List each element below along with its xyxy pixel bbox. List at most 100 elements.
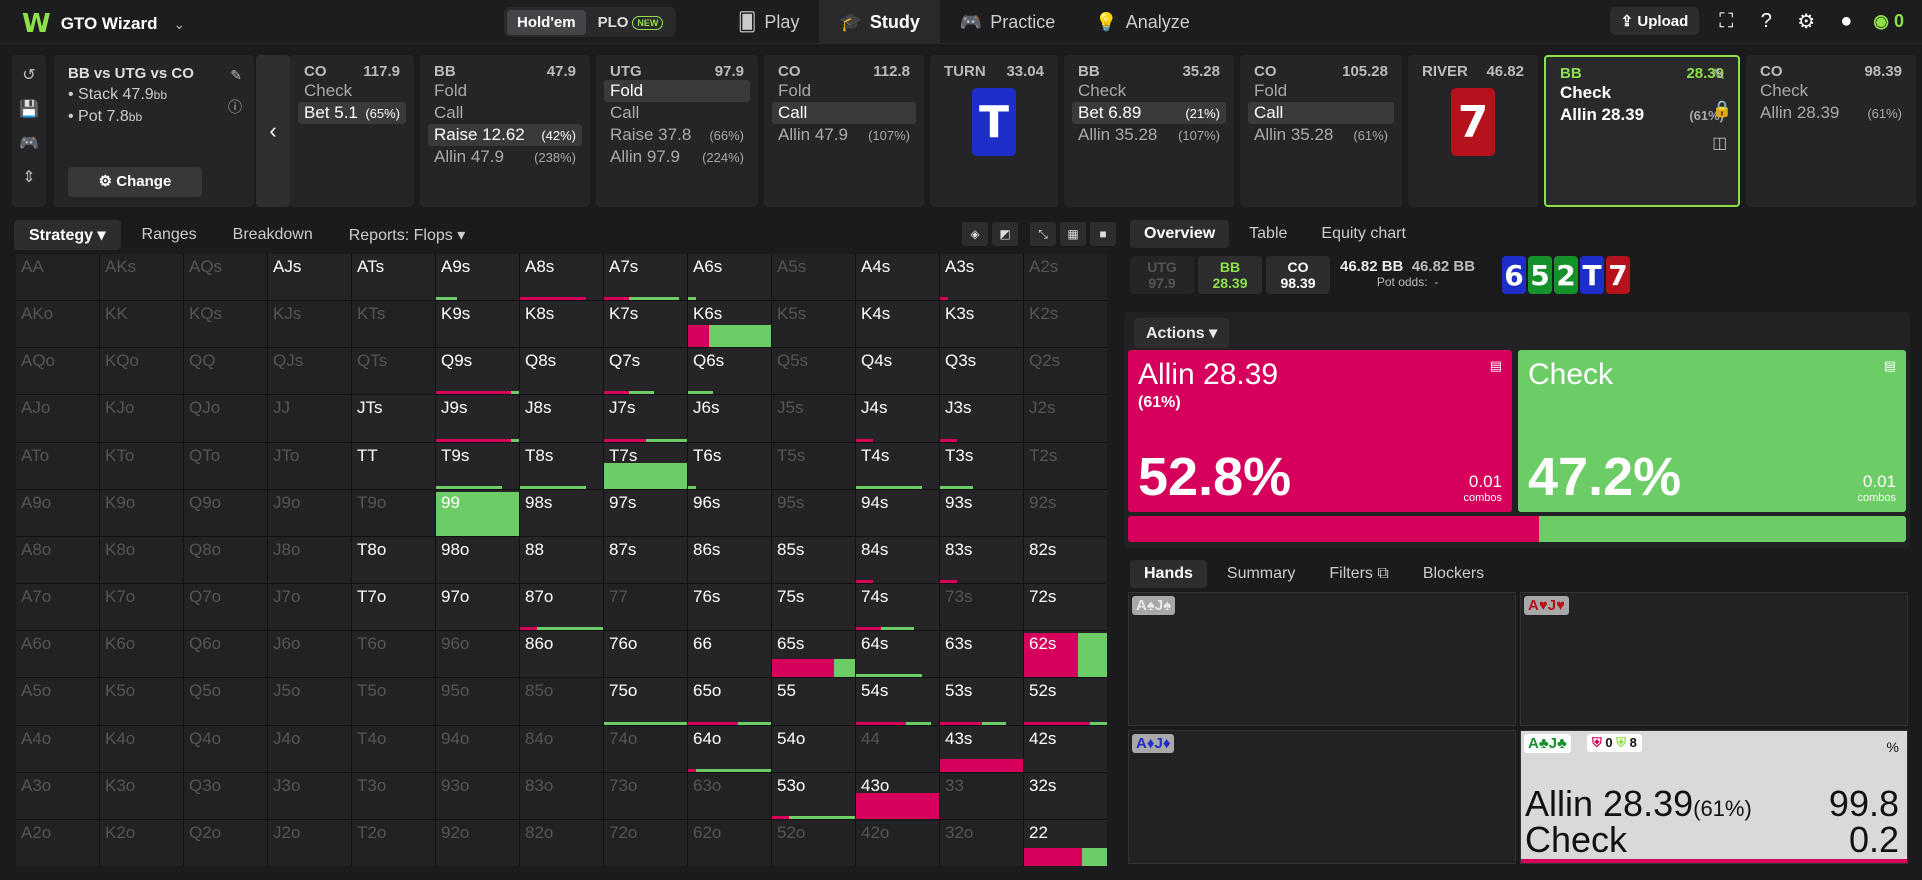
hand-cell-73o[interactable]: 73o — [604, 772, 687, 819]
gear-icon[interactable]: ⚙ — [1793, 8, 1819, 34]
action-card-river[interactable]: RIVER 46.82 7 — [1408, 55, 1538, 207]
nav-play[interactable]: 🂠 Play — [718, 0, 819, 44]
tab-ranges[interactable]: Ranges — [127, 221, 212, 249]
hand-cell-55[interactable]: 55 — [772, 678, 855, 725]
tab-overview[interactable]: Overview — [1130, 220, 1230, 248]
hand-cell-Q6o[interactable]: Q6o — [184, 631, 267, 678]
hand-cell-76o[interactable]: 76o — [604, 631, 687, 678]
hand-cell[interactable]: A♠J♠ — [1128, 592, 1516, 726]
hand-cell-75s[interactable]: 75s — [772, 584, 855, 631]
card-action[interactable]: Call — [604, 102, 750, 124]
hand-cell-J7o[interactable]: J7o — [268, 584, 351, 631]
hand-cell-84o[interactable]: 84o — [520, 725, 603, 772]
hand-cell-T4o[interactable]: T4o — [352, 725, 435, 772]
hand-cell-J6o[interactable]: J6o — [268, 631, 351, 678]
cube-icon[interactable]: ◈ — [962, 222, 988, 246]
hand-cell-A6s[interactable]: A6s — [688, 254, 771, 301]
hand-cell-A7s[interactable]: A7s — [604, 254, 687, 301]
hand-cell-T7o[interactable]: T7o — [352, 584, 435, 631]
nav-analyze[interactable]: 💡 Analyze — [1075, 0, 1209, 44]
hand-cell-52o[interactable]: 52o — [772, 819, 855, 866]
nav-study[interactable]: 🎓 Study — [819, 0, 940, 44]
hand-cell-97s[interactable]: 97s — [604, 489, 687, 536]
hand-cell-J8s[interactable]: J8s — [520, 395, 603, 442]
hand-cell-A9o[interactable]: A9o — [16, 489, 99, 536]
card-action[interactable]: Allin 47.9 (107%) — [772, 124, 916, 146]
hand-cell-82s[interactable]: 82s — [1024, 536, 1107, 584]
holdem-toggle[interactable]: Hold'em — [507, 9, 586, 35]
card-action[interactable]: Call — [1248, 102, 1394, 124]
user-icon[interactable]: ● — [1833, 8, 1859, 34]
pencil-icon[interactable]: ✎ — [1712, 65, 1732, 85]
hand-cell-63o[interactable]: 63o — [688, 772, 771, 819]
hand-cell-T9s[interactable]: T9s — [436, 442, 519, 489]
hand-cell-K4s[interactable]: K4s — [856, 301, 939, 348]
hand-cell-K3s[interactable]: K3s — [940, 301, 1023, 348]
card-action[interactable]: Check — [1554, 82, 1730, 104]
hand-cell-Q7s[interactable]: Q7s — [604, 348, 687, 395]
action-check[interactable]: Check 47.2% 0.01 combos ▤ — [1518, 350, 1906, 512]
hand-cell-32o[interactable]: 32o — [940, 819, 1023, 866]
hand-cell-Q3o[interactable]: Q3o — [184, 772, 267, 819]
hand-cell-J3s[interactable]: J3s — [940, 395, 1023, 442]
percent-toggle[interactable]: % — [1887, 739, 1899, 755]
tab-equity-chart[interactable]: Equity chart — [1307, 220, 1419, 248]
actions-dropdown[interactable]: Actions ▾ — [1134, 318, 1230, 348]
hand-cell-99[interactable]: 99 — [436, 489, 519, 536]
hand-cell-22[interactable]: 22 — [1024, 819, 1107, 866]
note-icon[interactable]: ▤ — [1490, 358, 1502, 374]
card-action[interactable]: Fold — [1248, 80, 1394, 102]
hand-cell-Q2o[interactable]: Q2o — [184, 819, 267, 866]
hand-cell-A4o[interactable]: A4o — [16, 725, 99, 772]
hand-cell-74o[interactable]: 74o — [604, 725, 687, 772]
hand-cell[interactable]: A♥J♥ — [1520, 592, 1908, 726]
hand-cell-QQ[interactable]: QQ — [184, 348, 267, 395]
hand-cell-42s[interactable]: 42s — [1024, 725, 1107, 772]
hand-cell-T2o[interactable]: T2o — [352, 819, 435, 866]
hand-cell-93s[interactable]: 93s — [940, 489, 1023, 536]
hand-cell-KTs[interactable]: KTs — [352, 301, 435, 348]
hand-cell-T8s[interactable]: T8s — [520, 442, 603, 489]
expand-icon[interactable]: ⇕ — [22, 167, 35, 187]
action-allin[interactable]: Allin 28.39 (61%) 52.8% 0.01 combos ▤ — [1128, 350, 1512, 512]
chevron-down-icon[interactable]: ⌄ — [174, 16, 186, 33]
hand-cell-J4s[interactable]: J4s — [856, 395, 939, 442]
action-card-co[interactable]: CO 105.28 Fold Call Allin 35.28 (61%) — [1240, 55, 1402, 207]
hand-cell-T3s[interactable]: T3s — [940, 442, 1023, 489]
hand-cell-96s[interactable]: 96s — [688, 489, 771, 536]
hand-cell-J4o[interactable]: J4o — [268, 725, 351, 772]
hand-cell-TT[interactable]: TT — [352, 442, 435, 489]
compare-icon[interactable]: ◫ — [1712, 133, 1732, 153]
hand-cell-Q3s[interactable]: Q3s — [940, 348, 1023, 395]
hand-cell-T8o[interactable]: T8o — [352, 536, 435, 584]
hand-cell-T7s[interactable]: T7s — [604, 442, 687, 489]
hand-cell-K7o[interactable]: K7o — [100, 584, 183, 631]
hand-cell-K5o[interactable]: K5o — [100, 678, 183, 725]
hand-cell-J7s[interactable]: J7s — [604, 395, 687, 442]
tab-breakdown[interactable]: Breakdown — [218, 221, 328, 249]
hand-cell-T2s[interactable]: T2s — [1024, 442, 1107, 489]
nav-practice[interactable]: 🎮 Practice — [940, 0, 1075, 44]
hand-cell-Q4s[interactable]: Q4s — [856, 348, 939, 395]
hand-cell-98o[interactable]: 98o — [436, 536, 519, 584]
hand-cell-K6s[interactable]: K6s — [688, 301, 771, 348]
hand-cell-KJo[interactable]: KJo — [100, 395, 183, 442]
card-action[interactable]: Allin 97.9 (224%) — [604, 146, 750, 168]
hand-cell-ATo[interactable]: ATo — [16, 442, 99, 489]
tab-blockers[interactable]: Blockers — [1409, 560, 1498, 588]
card-action[interactable]: Fold — [428, 80, 582, 102]
hand-cell-32s[interactable]: 32s — [1024, 772, 1107, 819]
card-action[interactable]: Fold — [604, 80, 750, 102]
hand-cell-J9o[interactable]: J9o — [268, 489, 351, 536]
hand-cell-KQs[interactable]: KQs — [184, 301, 267, 348]
hand-cell-63s[interactable]: 63s — [940, 631, 1023, 678]
gamepad-icon[interactable]: 🎮 — [19, 133, 39, 153]
hand-cell-JTo[interactable]: JTo — [268, 442, 351, 489]
hand-cell-J6s[interactable]: J6s — [688, 395, 771, 442]
hand-cell-54o[interactable]: 54o — [772, 725, 855, 772]
hand-cell-84s[interactable]: 84s — [856, 536, 939, 584]
card-action[interactable]: Call — [772, 102, 916, 124]
action-card-bb[interactable]: BB 47.9 Fold Call Raise 12.62 (42%) Allin 47.9… — [420, 55, 590, 207]
hand-cell-K7s[interactable]: K7s — [604, 301, 687, 348]
hand-cell-QTs[interactable]: QTs — [352, 348, 435, 395]
